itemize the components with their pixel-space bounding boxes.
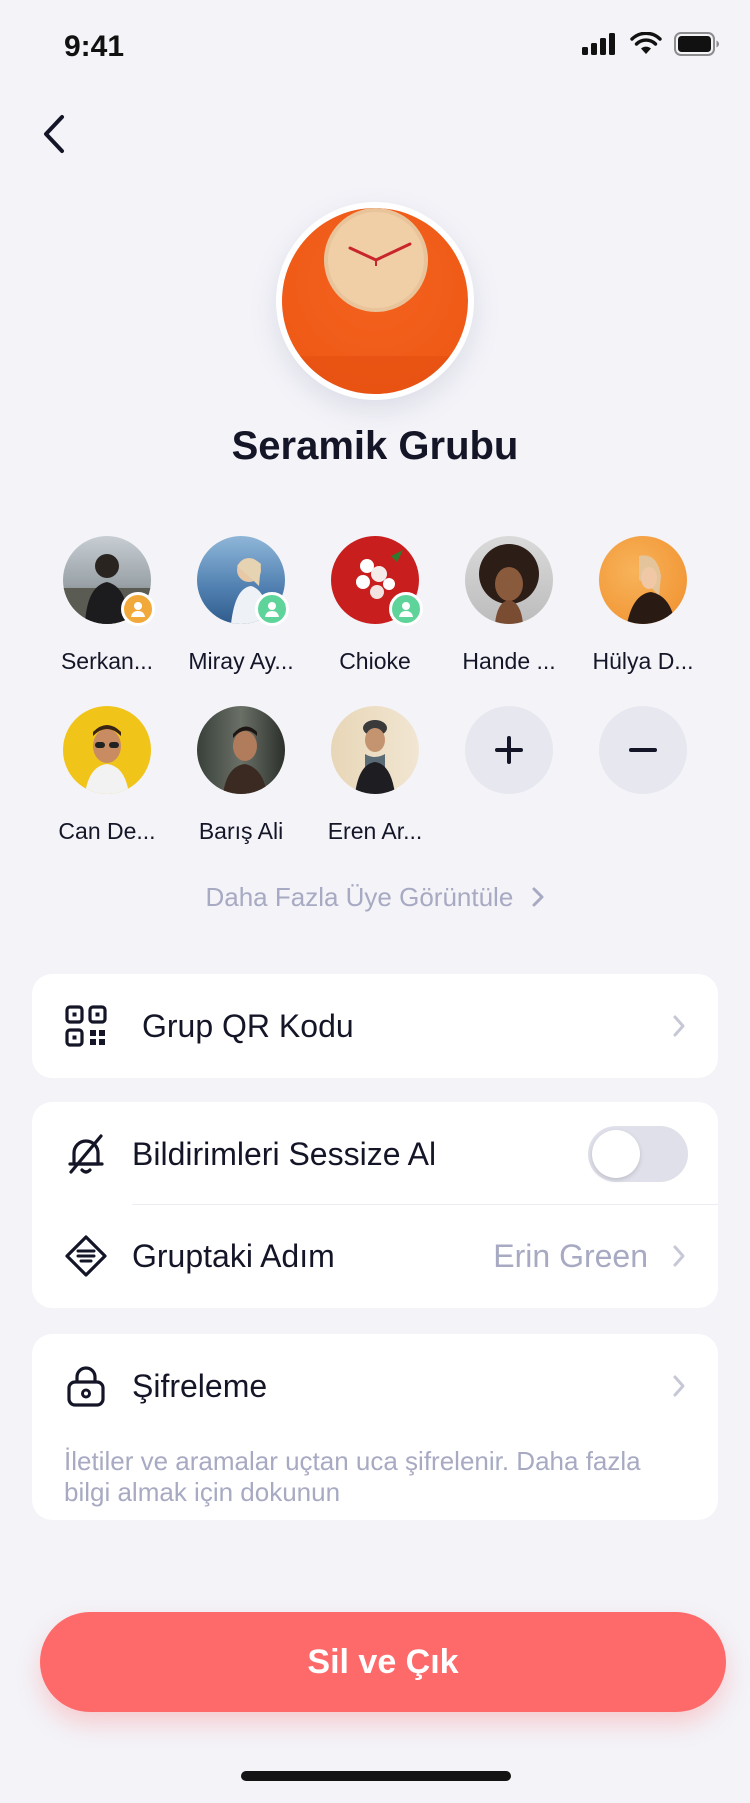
bell-off-icon <box>68 1134 104 1174</box>
member-name: Hande ... <box>462 648 556 674</box>
add-member-item[interactable] <box>444 706 574 794</box>
member-item[interactable]: Chioke <box>310 536 440 675</box>
avatar <box>197 706 285 794</box>
avatar <box>197 536 289 626</box>
home-indicator <box>241 1771 511 1781</box>
encryption-description: İletiler ve aramalar uçtan uca şifreleni… <box>64 1446 641 1507</box>
avatar <box>63 706 151 794</box>
group-avatar[interactable] <box>276 202 474 400</box>
plus-icon <box>495 736 523 764</box>
avatar <box>63 536 155 626</box>
mute-notifications-row: Bildirimleri Sessize Al <box>32 1102 718 1206</box>
group-nickname-row[interactable]: Gruptaki Adım Erin Green <box>32 1204 718 1308</box>
group-avatar-photo <box>282 208 468 394</box>
lock-icon <box>67 1366 105 1407</box>
group-qr-label: Grup QR Kodu <box>142 1007 354 1044</box>
member-item[interactable]: Can De... <box>42 706 172 845</box>
member-item[interactable]: Serkan... <box>42 536 172 675</box>
admin-badge-icon <box>121 592 155 626</box>
wall-clock-image <box>282 208 468 394</box>
avatar <box>331 706 419 794</box>
group-nickname-value: Erin Green <box>493 1237 648 1274</box>
qr-card: Grup QR Kodu <box>32 974 718 1078</box>
delete-and-leave-button[interactable]: Sil ve Çık <box>40 1612 726 1712</box>
member-name: Chioke <box>339 648 411 674</box>
cellular-signal-icon <box>582 33 615 55</box>
member-item[interactable]: Barış Ali <box>176 706 306 845</box>
qr-code-icon <box>65 1005 107 1047</box>
member-name: Can De... <box>58 818 156 844</box>
group-qr-row[interactable]: Grup QR Kodu <box>32 974 718 1078</box>
remove-member-item[interactable] <box>578 706 708 794</box>
status-icons <box>582 32 720 56</box>
add-member-button[interactable] <box>465 706 553 794</box>
member-name: Serkan... <box>60 648 154 674</box>
avatar <box>465 536 553 624</box>
group-nickname-label: Gruptaki Adım <box>132 1237 335 1274</box>
member-name: Eren Ar... <box>327 818 423 844</box>
member-name: Barış Ali <box>198 818 284 844</box>
battery-icon <box>674 32 719 56</box>
member-name: Hülya D... <box>592 648 694 674</box>
toggle-knob <box>592 1130 640 1178</box>
member-item[interactable]: Eren Ar... <box>310 706 440 845</box>
member-item[interactable]: Miray Ay... <box>176 536 306 675</box>
moderator-badge-icon <box>389 592 423 626</box>
back-button[interactable] <box>30 106 78 162</box>
settings-card: Bildirimleri Sessize Al Gruptaki Adım Er… <box>32 1102 718 1308</box>
group-name: Seramik Grubu <box>231 424 519 468</box>
wifi-icon <box>630 32 662 54</box>
mute-notifications-label: Bildirimleri Sessize Al <box>132 1135 437 1172</box>
view-more-members-link[interactable]: Daha Fazla Üye Görüntüle <box>0 882 750 913</box>
chevron-right-icon <box>532 887 544 907</box>
chevron-right-icon <box>673 1015 685 1037</box>
chevron-right-icon <box>673 1245 685 1267</box>
view-more-members-label: Daha Fazla Üye Görüntüle <box>205 882 514 912</box>
member-name: Miray Ay... <box>188 648 294 674</box>
minus-icon <box>629 748 657 752</box>
encryption-row[interactable]: Şifreleme <box>32 1334 718 1438</box>
mute-notifications-toggle[interactable] <box>588 1126 688 1182</box>
member-item[interactable]: Hülya D... <box>578 536 708 675</box>
status-bar: 9:41 <box>0 0 750 92</box>
moderator-badge-icon <box>255 592 289 626</box>
avatar <box>331 536 423 626</box>
member-item[interactable]: Hande ... <box>444 536 574 675</box>
encryption-label: Şifreleme <box>132 1367 268 1404</box>
avatar <box>599 536 687 624</box>
chevron-left-icon <box>44 115 64 153</box>
chevron-right-icon <box>673 1375 685 1397</box>
encryption-card[interactable]: Şifreleme İletiler ve aramalar uçtan uca… <box>32 1334 718 1520</box>
nickname-icon <box>65 1235 107 1277</box>
remove-member-button[interactable] <box>599 706 687 794</box>
status-time: 9:41 <box>64 30 125 63</box>
